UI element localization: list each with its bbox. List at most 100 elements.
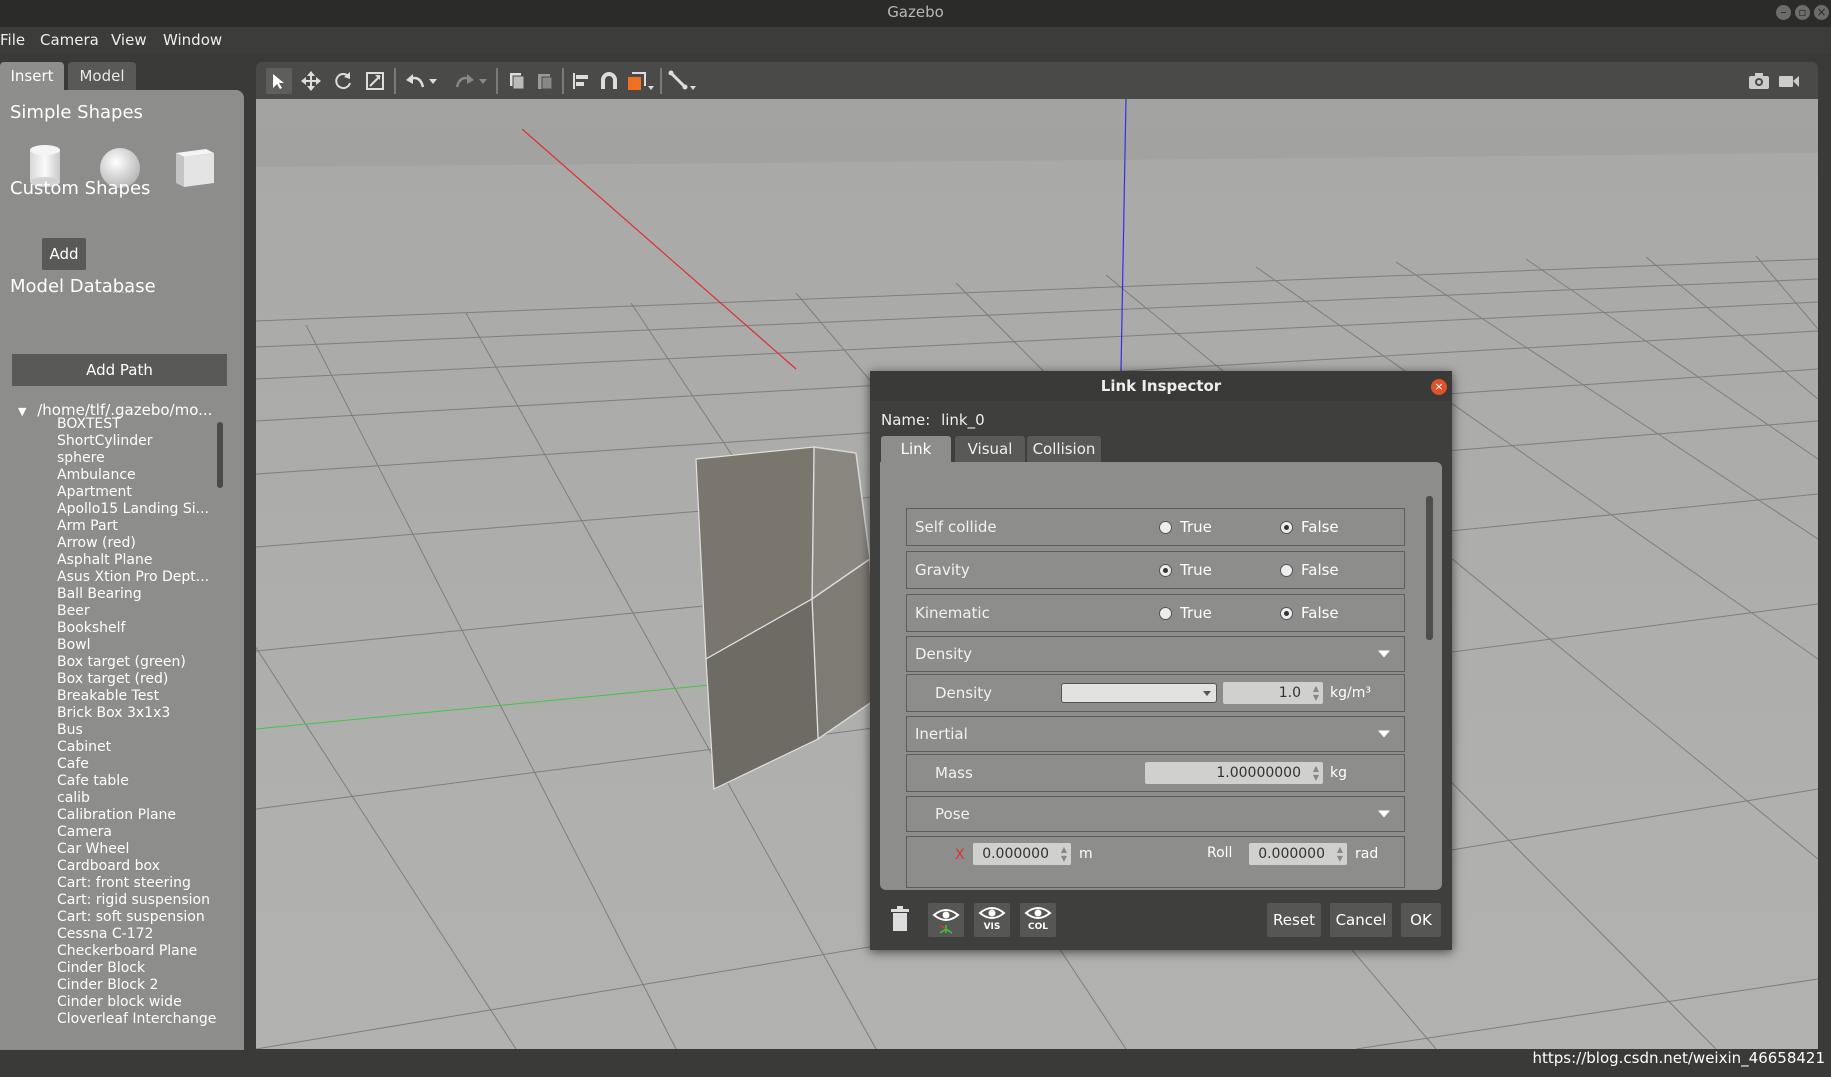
- model-list-item[interactable]: Calibration Plane: [57, 807, 217, 824]
- model-list-item[interactable]: Arm Part: [57, 518, 217, 535]
- spinner-arrows-icon[interactable]: ▲ ▼: [1313, 764, 1319, 782]
- tab-collision[interactable]: Collision: [1027, 436, 1101, 462]
- radio-icon[interactable]: [1280, 563, 1293, 577]
- redo-icon[interactable]: [452, 68, 478, 94]
- self-collide-true-radio[interactable]: True: [1159, 518, 1212, 536]
- chevron-down-icon[interactable]: [1378, 730, 1390, 738]
- model-list-item[interactable]: Box target (green): [57, 654, 217, 671]
- inertial-section-header[interactable]: Inertial: [906, 716, 1405, 752]
- joint-link-icon[interactable]: [666, 68, 700, 94]
- paste-icon[interactable]: [532, 68, 558, 94]
- model-list-item[interactable]: Apollo15 Landing Si...: [57, 501, 217, 518]
- model-list-item[interactable]: Box target (red): [57, 671, 217, 688]
- model-list-item[interactable]: Cinder Block 2: [57, 977, 217, 994]
- radio-selected-icon[interactable]: [1280, 520, 1293, 534]
- kinematic-false-radio[interactable]: False: [1280, 604, 1339, 622]
- model-list-item[interactable]: Cardboard box: [57, 858, 217, 875]
- menu-camera[interactable]: Camera: [40, 31, 99, 49]
- gravity-true-radio[interactable]: True: [1159, 561, 1212, 579]
- toggle-collision-button[interactable]: COL: [1020, 903, 1056, 937]
- radio-selected-icon[interactable]: [1159, 563, 1172, 577]
- model-list-item[interactable]: Cafe table: [57, 773, 217, 790]
- model-list-item[interactable]: ShortCylinder: [57, 433, 217, 450]
- maximize-icon[interactable]: ▫: [1795, 5, 1810, 20]
- record-video-icon[interactable]: [1776, 68, 1802, 94]
- add-custom-shape-button[interactable]: Add: [42, 238, 86, 270]
- model-list-item[interactable]: Ambulance: [57, 467, 217, 484]
- align-icon[interactable]: [568, 68, 594, 94]
- toggle-link-frame-button[interactable]: [928, 903, 964, 937]
- self-collide-false-radio[interactable]: False: [1280, 518, 1339, 536]
- tab-model[interactable]: Model: [68, 62, 136, 90]
- radio-selected-icon[interactable]: [1280, 606, 1293, 620]
- copy-icon[interactable]: [504, 68, 530, 94]
- density-input[interactable]: 1.0 ▲ ▼: [1223, 682, 1323, 704]
- model-list-item[interactable]: Beer: [57, 603, 217, 620]
- density-section-header[interactable]: Density: [906, 636, 1405, 672]
- gravity-false-radio[interactable]: False: [1280, 561, 1339, 579]
- model-list-item[interactable]: Cart: rigid suspension: [57, 892, 217, 909]
- model-list-item[interactable]: Arrow (red): [57, 535, 217, 552]
- model-list-item[interactable]: Cafe: [57, 756, 217, 773]
- select-arrow-icon[interactable]: [266, 68, 292, 94]
- model-list-item[interactable]: Checkerboard Plane: [57, 943, 217, 960]
- trash-icon[interactable]: [882, 903, 918, 937]
- menu-window[interactable]: Window: [163, 31, 222, 49]
- menu-view[interactable]: View: [111, 31, 147, 49]
- model-list-item[interactable]: Cart: front steering: [57, 875, 217, 892]
- screenshot-camera-icon[interactable]: [1746, 68, 1772, 94]
- model-list-item[interactable]: Cabinet: [57, 739, 217, 756]
- undo-dropdown-icon[interactable]: [426, 68, 440, 94]
- model-list-item[interactable]: Bowl: [57, 637, 217, 654]
- tab-insert[interactable]: Insert: [0, 62, 64, 90]
- menu-file[interactable]: File: [0, 31, 25, 49]
- model-list-item[interactable]: Cart: soft suspension: [57, 909, 217, 926]
- rotate-icon[interactable]: [330, 68, 356, 94]
- model-list-item[interactable]: Car Wheel: [57, 841, 217, 858]
- tab-visual[interactable]: Visual: [955, 436, 1025, 462]
- model-list-item[interactable]: Ball Bearing: [57, 586, 217, 603]
- model-list-item[interactable]: Cessna C-172: [57, 926, 217, 943]
- radio-icon[interactable]: [1159, 606, 1172, 620]
- view-angle-icon[interactable]: [624, 68, 658, 94]
- model-list-item[interactable]: Apartment: [57, 484, 217, 501]
- cancel-button[interactable]: Cancel: [1330, 903, 1392, 937]
- scale-icon[interactable]: [362, 68, 388, 94]
- box-shape-icon[interactable]: [172, 145, 216, 189]
- model-list-scrollbar[interactable]: [217, 422, 223, 488]
- snap-magnet-icon[interactable]: [596, 68, 622, 94]
- mass-input[interactable]: 1.00000000 ▲ ▼: [1145, 762, 1323, 784]
- spinner-arrows-icon[interactable]: ▲ ▼: [1313, 684, 1319, 702]
- chevron-down-icon[interactable]: [1378, 810, 1390, 818]
- model-list-item[interactable]: Breakable Test: [57, 688, 217, 705]
- pose-x-input[interactable]: 0.000000 ▲ ▼: [973, 843, 1071, 865]
- chevron-down-icon[interactable]: ▼: [18, 405, 26, 418]
- add-path-button[interactable]: Add Path: [12, 354, 227, 386]
- model-list-item[interactable]: BOXTEST: [57, 416, 217, 433]
- model-list-item[interactable]: Cinder block wide: [57, 994, 217, 1011]
- ok-button[interactable]: OK: [1401, 903, 1441, 937]
- minimize-icon[interactable]: –: [1776, 5, 1791, 20]
- model-list-item[interactable]: Bookshelf: [57, 620, 217, 637]
- spinner-arrows-icon[interactable]: ▲ ▼: [1337, 845, 1343, 863]
- model-list-item[interactable]: Asus Xtion Pro Dept...: [57, 569, 217, 586]
- undo-icon[interactable]: [402, 68, 428, 94]
- material-dropdown[interactable]: [1061, 683, 1217, 703]
- radio-icon[interactable]: [1159, 520, 1172, 534]
- tab-link[interactable]: Link: [881, 436, 951, 462]
- properties-scrollbar[interactable]: [1426, 496, 1433, 640]
- pose-section-header[interactable]: Pose: [906, 796, 1405, 832]
- model-list-item[interactable]: Asphalt Plane: [57, 552, 217, 569]
- kinematic-true-radio[interactable]: True: [1159, 604, 1212, 622]
- model-list-item[interactable]: Bus: [57, 722, 217, 739]
- close-icon[interactable]: ×: [1431, 379, 1447, 395]
- toggle-visual-button[interactable]: VIS: [974, 903, 1010, 937]
- redo-dropdown-icon[interactable]: [476, 68, 490, 94]
- model-list-item[interactable]: Brick Box 3x1x3: [57, 705, 217, 722]
- translate-icon[interactable]: [298, 68, 324, 94]
- spinner-arrows-icon[interactable]: ▲ ▼: [1061, 845, 1067, 863]
- model-list-item[interactable]: Camera: [57, 824, 217, 841]
- close-window-icon[interactable]: ×: [1814, 5, 1829, 20]
- model-list-item[interactable]: Cloverleaf Interchange: [57, 1011, 217, 1028]
- chevron-down-icon[interactable]: [1378, 650, 1390, 658]
